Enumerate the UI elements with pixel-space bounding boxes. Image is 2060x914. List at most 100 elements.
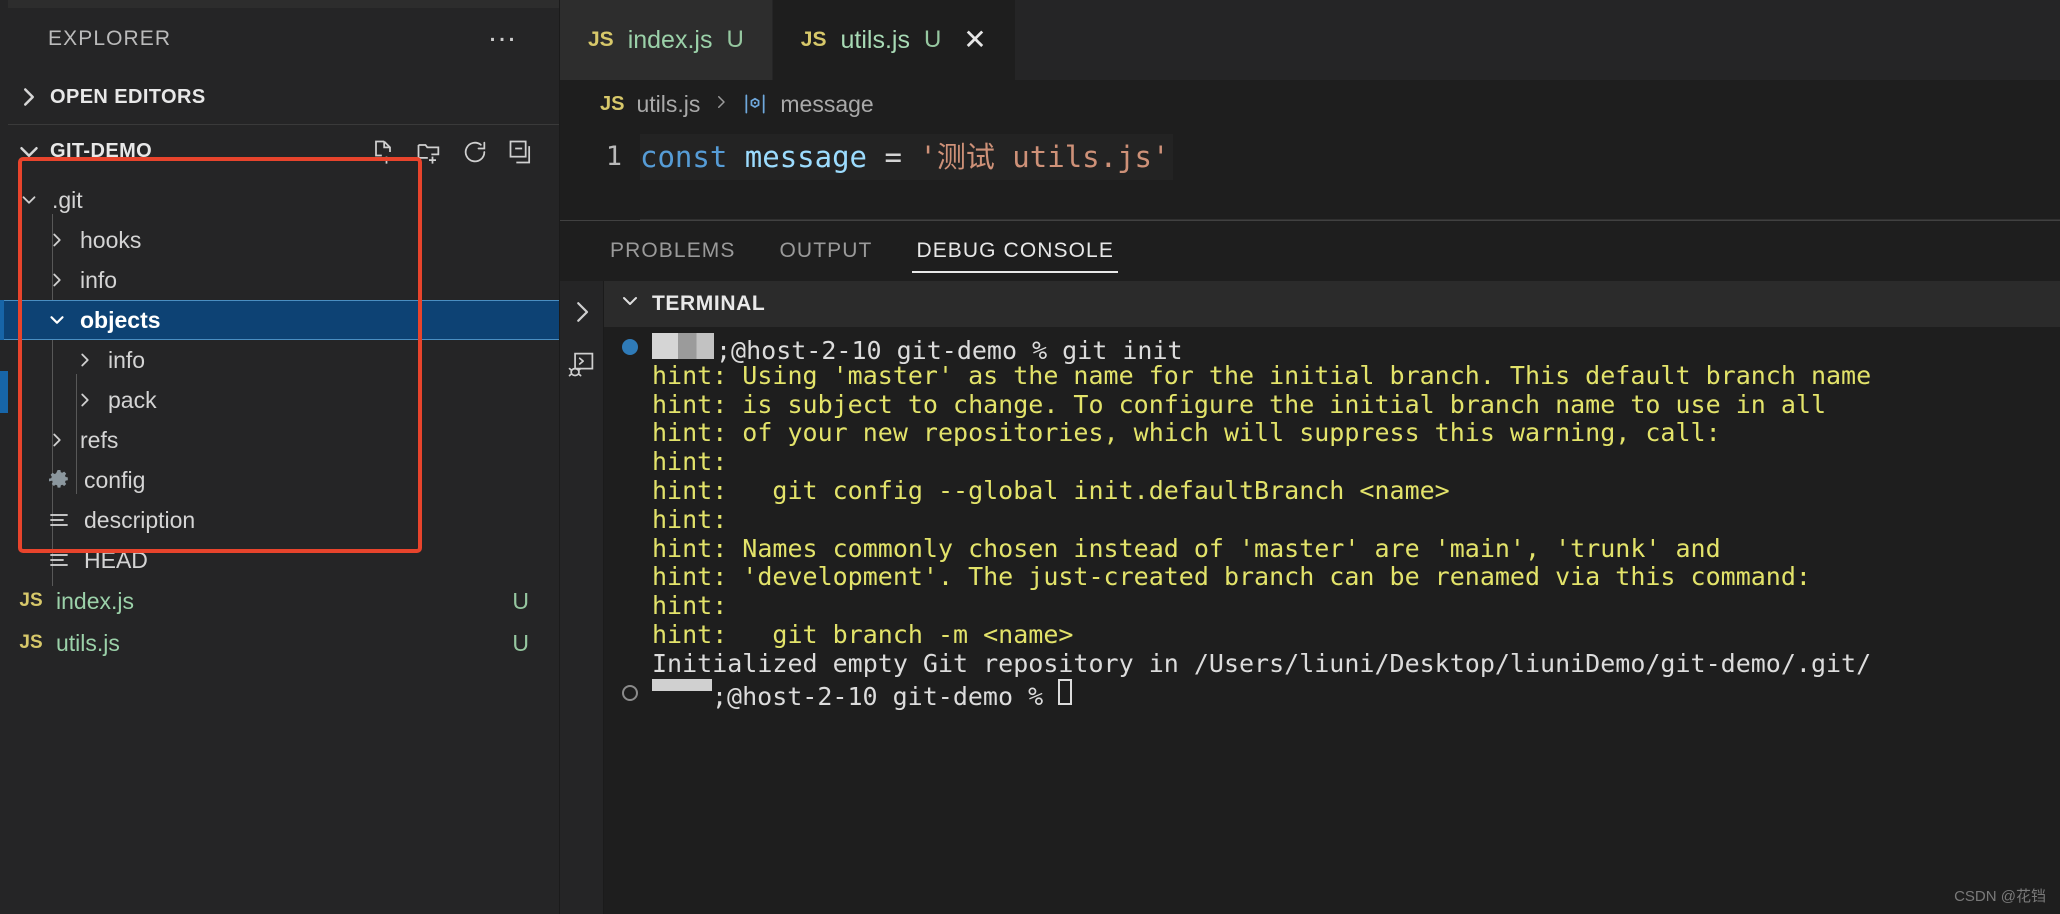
breadcrumb[interactable]: JS utils.js message: [560, 80, 2060, 128]
terminal-section-header[interactable]: TERMINAL: [604, 281, 2060, 327]
file-tree[interactable]: .git hooks info objects info pack refs c…: [0, 178, 559, 664]
new-file-icon[interactable]: [369, 138, 397, 166]
tab-output[interactable]: OUTPUT: [758, 221, 895, 281]
terminal-output[interactable]: ;@host-2-10 git-demo % git init hint: Us…: [604, 327, 2060, 914]
tree-row-head[interactable]: HEAD: [0, 540, 559, 580]
git-status-badge: U: [512, 629, 529, 656]
explorer-title-bar: EXPLORER …: [0, 8, 559, 70]
js-file-icon: JS: [600, 92, 625, 115]
refresh-icon[interactable]: [461, 138, 489, 166]
terminal-line-text: hint: Using 'master' as the name for the…: [652, 360, 1872, 390]
chevron-right-icon[interactable]: [567, 297, 597, 327]
tree-row-label: refs: [80, 426, 119, 453]
tree-row-label: objects: [80, 306, 161, 333]
tab-status-badge: U: [923, 26, 942, 53]
tab-utils-js[interactable]: JS utils.js U ✕: [772, 0, 1016, 80]
panel-body: TERMINAL ;@host-2-10 git-demo % git init…: [560, 281, 2060, 914]
js-file-icon: JS: [800, 28, 827, 51]
code-keyword: const: [640, 140, 728, 174]
chevron-right-icon[interactable]: [42, 429, 72, 451]
breadcrumb-symbol[interactable]: message: [780, 91, 873, 118]
chevron-down-icon[interactable]: [618, 289, 648, 319]
line-number: 1: [605, 141, 622, 172]
close-icon[interactable]: ✕: [963, 26, 986, 54]
command-decoration-pending-icon: [622, 684, 638, 701]
terminal-prompt-line: ;@host-2-10 git-demo % git init: [604, 333, 2060, 365]
chevron-right-icon[interactable]: [70, 349, 100, 371]
tab-label: index.js: [627, 25, 713, 54]
explorer-sidebar: EXPLORER … OPEN EDITORS GIT-DEMO .git ho…: [0, 0, 560, 914]
terminal-line: hint: Names commonly chosen instead of '…: [604, 533, 2060, 564]
debug-terminal-icon[interactable]: [567, 349, 597, 379]
new-folder-icon[interactable]: [415, 138, 443, 166]
sidebar-top-strip: [0, 0, 559, 8]
collapse-all-icon[interactable]: [507, 138, 535, 166]
tab-problems[interactable]: PROBLEMS: [588, 221, 758, 281]
panel-tab-bar: PROBLEMS OUTPUT DEBUG CONSOLE: [560, 221, 2060, 281]
section-action-group: [369, 138, 559, 166]
code-line-1[interactable]: const message = '测试 utils.js': [640, 134, 1174, 180]
code-content[interactable]: const message = '测试 utils.js': [640, 134, 2060, 220]
terminal-line-text: Initialized empty Git repository in /Use…: [652, 648, 1872, 678]
terminal-prompt-line-active[interactable]: ;@host-2-10 git-demo %: [604, 678, 2060, 710]
tab-label: utils.js: [840, 25, 910, 54]
terminal-line: hint: Using 'master' as the name for the…: [604, 360, 2060, 391]
chevron-down-icon[interactable]: [14, 189, 44, 211]
sidebar-section-open-editors[interactable]: OPEN EDITORS: [0, 70, 559, 124]
terminal-cursor: [1058, 678, 1073, 705]
tree-row-label: pack: [108, 386, 157, 413]
terminal-line: hint: 'development'. The just-created br…: [604, 563, 2060, 592]
tree-row-config[interactable]: config: [0, 460, 559, 500]
tab-debug-console[interactable]: DEBUG CONSOLE: [894, 221, 1136, 281]
section-label: OPEN EDITORS: [50, 85, 206, 108]
tree-row-label: .git: [52, 186, 83, 213]
code-operator: =: [867, 140, 920, 174]
terminal-line-text: hint: is subject to change. To configure…: [652, 389, 1826, 419]
editor-area: JS index.js U JS utils.js U ✕ JS utils.j…: [560, 0, 2060, 914]
tree-row-refs[interactable]: refs: [0, 420, 559, 460]
tree-row-hooks[interactable]: hooks: [0, 220, 559, 260]
tab-index-js[interactable]: JS index.js U: [560, 0, 773, 80]
terminal-line: hint:: [604, 447, 2060, 477]
tree-row-label: HEAD: [84, 546, 148, 573]
terminal-line-text: hint: git config --global init.defaultBr…: [652, 475, 1450, 505]
page-title: EXPLORER: [48, 27, 172, 50]
chevron-right-icon[interactable]: [42, 229, 72, 251]
tree-row-git[interactable]: .git: [0, 180, 559, 220]
tab-bar-filler: [1015, 0, 2060, 80]
code-variable: message: [744, 140, 867, 174]
panel-side-strip: [560, 281, 604, 914]
explorer-more-actions-icon[interactable]: …: [487, 17, 519, 51]
breadcrumb-file[interactable]: utils.js: [636, 91, 700, 118]
chevron-down-icon[interactable]: [42, 309, 72, 331]
tree-row-info[interactable]: info: [0, 260, 559, 300]
chevron-right-icon[interactable]: [70, 389, 100, 411]
tree-row-index-js[interactable]: JS index.js U: [0, 580, 559, 622]
chevron-right-icon[interactable]: [42, 269, 72, 291]
sidebar-section-git-demo[interactable]: GIT-DEMO: [0, 124, 559, 178]
tree-row-objects-pack[interactable]: pack: [0, 380, 559, 420]
bottom-panel: PROBLEMS OUTPUT DEBUG CONSOLE TERMINAL ;…: [560, 220, 2060, 914]
terminal-line: hint: git config --global init.defaultBr…: [604, 475, 2060, 506]
js-badge-label: JS: [19, 632, 43, 653]
tree-row-label: hooks: [80, 226, 142, 253]
tree-row-description[interactable]: description: [0, 500, 559, 540]
terminal-line: hint: is subject to change. To configure…: [604, 389, 2060, 420]
tree-row-objects-info[interactable]: info: [0, 340, 559, 380]
code-editor[interactable]: 1 const message = '测试 utils.js': [560, 128, 2060, 220]
variable-cube-icon: [742, 91, 768, 117]
tree-row-utils-js[interactable]: JS utils.js U: [0, 622, 559, 664]
terminal-line-text: ;@host-2-10 git-demo %: [712, 681, 1059, 711]
js-badge-label: JS: [19, 590, 43, 611]
terminal-line-text: hint:: [652, 504, 728, 534]
terminal-line-text: hint: Names commonly chosen instead of '…: [652, 533, 1721, 563]
tree-row-label: utils.js: [56, 629, 120, 656]
chevron-down-icon: [14, 137, 44, 167]
code-string: '测试 utils.js': [919, 140, 1170, 174]
vscode-window: EXPLORER … OPEN EDITORS GIT-DEMO .git ho…: [0, 0, 2060, 914]
js-file-icon: JS: [588, 28, 614, 51]
terminal-line-text: hint: 'development'. The just-created br…: [652, 562, 1811, 592]
tree-row-objects[interactable]: objects: [0, 300, 559, 340]
editor-bottom-divider: [640, 219, 2060, 220]
